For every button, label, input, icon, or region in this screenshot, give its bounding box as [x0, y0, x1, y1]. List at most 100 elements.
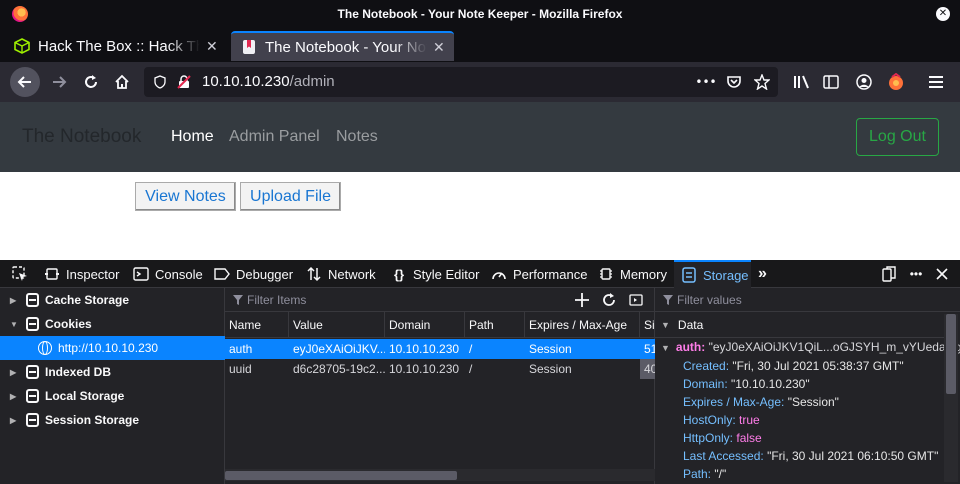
cell-path: /: [469, 342, 473, 356]
column-header-name[interactable]: Name: [225, 312, 289, 338]
address-bar[interactable]: 10.10.10.230/admin •••: [144, 67, 778, 97]
tool-label: Performance: [513, 266, 588, 282]
table-row[interactable]: uuid d6c28705-19c2... 10.10.10.230 / Ses…: [225, 359, 655, 379]
home-icon[interactable]: [107, 67, 137, 97]
devtools-close-icon[interactable]: [934, 266, 950, 282]
element-picker-icon[interactable]: [12, 260, 28, 288]
storage-icon: [681, 267, 697, 283]
reload-icon[interactable]: [76, 67, 106, 97]
prop-last-accessed: Last Accessed: "Fri, 30 Jul 2021 06:10:5…: [683, 449, 938, 463]
tool-label: Storage: [703, 267, 749, 283]
tool-debugger[interactable]: Debugger: [214, 260, 293, 288]
tool-console[interactable]: Console: [133, 260, 203, 288]
tree-item-indexed-db[interactable]: ▶ Indexed DB: [0, 360, 225, 384]
nav-link-notes[interactable]: Notes: [336, 128, 378, 146]
tab-label: Hack The Box :: Hack The Box: [38, 37, 200, 55]
sidebar-toggle-icon[interactable]: [821, 72, 841, 92]
section-label: Data: [677, 317, 704, 332]
expand-arrow-icon[interactable]: ▶: [10, 416, 20, 425]
add-item-plus-icon[interactable]: [574, 292, 590, 308]
root-key: auth:: [675, 340, 706, 354]
tab-hackthebox[interactable]: Hack The Box :: Hack The Box ✕: [4, 31, 228, 61]
table-horizontal-scrollbar[interactable]: [225, 469, 655, 481]
pocket-icon[interactable]: [726, 74, 742, 90]
table-filter-bar: Filter Items: [225, 288, 655, 312]
column-header-expires[interactable]: Expires / Max-Age: [525, 312, 640, 338]
tree-item-cookie-host[interactable]: http://10.10.10.230: [0, 336, 225, 360]
tree-item-cookies[interactable]: ▼ Cookies: [0, 312, 225, 336]
page-viewport: The Notebook Home Admin Panel Notes Log …: [0, 102, 960, 260]
tab-notebook[interactable]: The Notebook - Your Note Keeper ✕: [231, 31, 454, 61]
collapse-arrow-icon[interactable]: ▼: [10, 320, 20, 329]
url-text[interactable]: 10.10.10.230/admin: [202, 73, 335, 90]
collapse-arrow-icon[interactable]: ▼: [661, 343, 670, 353]
tab-close-icon[interactable]: ✕: [433, 39, 445, 56]
tree-item-local-storage[interactable]: ▶ Local Storage: [0, 384, 225, 408]
style-editor-braces-icon: {}: [393, 266, 405, 282]
column-header-path[interactable]: Path: [465, 312, 525, 338]
filter-values-input[interactable]: Filter values: [677, 293, 742, 307]
page-actions-icon[interactable]: •••: [695, 74, 716, 90]
cell-name: uuid: [229, 362, 252, 376]
logout-button[interactable]: Log Out: [856, 118, 939, 156]
scrollbar-thumb[interactable]: [225, 471, 457, 480]
view-notes-button[interactable]: View Notes: [135, 182, 236, 211]
sidebar-vertical-scrollbar[interactable]: [944, 314, 958, 482]
root-entry[interactable]: ▼ auth: "eyJ0eXAiOiJKV1QiL...oGJSYH_m_vYU…: [661, 340, 960, 354]
cell-name: auth: [229, 342, 253, 356]
tool-style-editor[interactable]: {} Style Editor: [391, 260, 480, 288]
column-header-domain[interactable]: Domain: [385, 312, 465, 338]
insecure-lock-icon[interactable]: [176, 74, 192, 90]
tool-memory[interactable]: Memory: [598, 260, 667, 288]
expand-arrow-icon[interactable]: ▶: [10, 392, 20, 401]
prop-key: Expires / Max-Age:: [683, 395, 785, 409]
tool-label: Network: [328, 266, 376, 282]
column-header-value[interactable]: Value: [289, 312, 385, 338]
expand-arrow-icon[interactable]: ▶: [10, 296, 20, 305]
window-close-button[interactable]: ✕: [936, 7, 950, 21]
tab-close-icon[interactable]: ✕: [206, 38, 218, 55]
tool-network[interactable]: Network: [306, 260, 376, 288]
hamburger-menu-icon[interactable]: [926, 72, 946, 92]
dock-side-icon[interactable]: [881, 266, 897, 282]
extension-icon[interactable]: [886, 72, 906, 92]
devtools-options-icon[interactable]: •••: [908, 266, 924, 282]
forward-arrow-icon[interactable]: [44, 67, 74, 97]
table-row[interactable]: auth eyJ0eXAiOiJKV... 10.10.10.230 / Ses…: [225, 339, 655, 359]
nav-link-home[interactable]: Home: [171, 128, 214, 146]
scrollbar-thumb[interactable]: [946, 314, 956, 394]
storage-db-icon: [26, 365, 39, 379]
storage-db-icon: [26, 389, 39, 403]
expand-arrow-icon[interactable]: ▶: [10, 368, 20, 377]
shield-icon[interactable]: [152, 74, 168, 90]
prop-domain: Domain: "10.10.10.230": [683, 377, 810, 391]
account-icon[interactable]: [854, 72, 874, 92]
upload-file-button[interactable]: Upload File: [240, 182, 341, 211]
tool-inspector[interactable]: Inspector: [44, 260, 119, 288]
data-section-header[interactable]: ▼ Data: [655, 312, 945, 338]
prop-hostonly: HostOnly: true: [683, 413, 760, 427]
filter-items-input[interactable]: Filter Items: [247, 293, 306, 307]
refresh-icon[interactable]: [601, 292, 617, 308]
toggle-sidebar-icon[interactable]: [628, 292, 644, 308]
nav-link-admin-panel[interactable]: Admin Panel: [229, 128, 320, 146]
tool-storage[interactable]: Storage: [674, 260, 751, 288]
tree-item-cache-storage[interactable]: ▶ Cache Storage: [0, 288, 225, 312]
prop-value: false: [736, 431, 762, 445]
site-brand[interactable]: The Notebook: [22, 126, 141, 148]
bookmark-star-icon[interactable]: [754, 74, 770, 90]
tree-item-label: Indexed DB: [45, 365, 112, 379]
prop-key: Path:: [683, 467, 712, 481]
tree-item-label: http://10.10.10.230: [58, 341, 159, 355]
back-arrow-icon[interactable]: [10, 67, 40, 97]
more-tools-chevron-icon[interactable]: »: [758, 260, 767, 288]
prop-key: HttpOnly:: [683, 431, 734, 445]
column-header-size[interactable]: Si: [640, 312, 655, 338]
tool-performance[interactable]: Performance: [491, 260, 587, 288]
tree-item-label: Local Storage: [45, 389, 125, 403]
notebook-favicon-icon: [243, 40, 255, 54]
collapse-arrow-icon[interactable]: ▼: [661, 320, 670, 330]
library-icon[interactable]: [792, 72, 812, 92]
tree-item-session-storage[interactable]: ▶ Session Storage: [0, 408, 225, 432]
tool-label: Debugger: [236, 266, 294, 282]
